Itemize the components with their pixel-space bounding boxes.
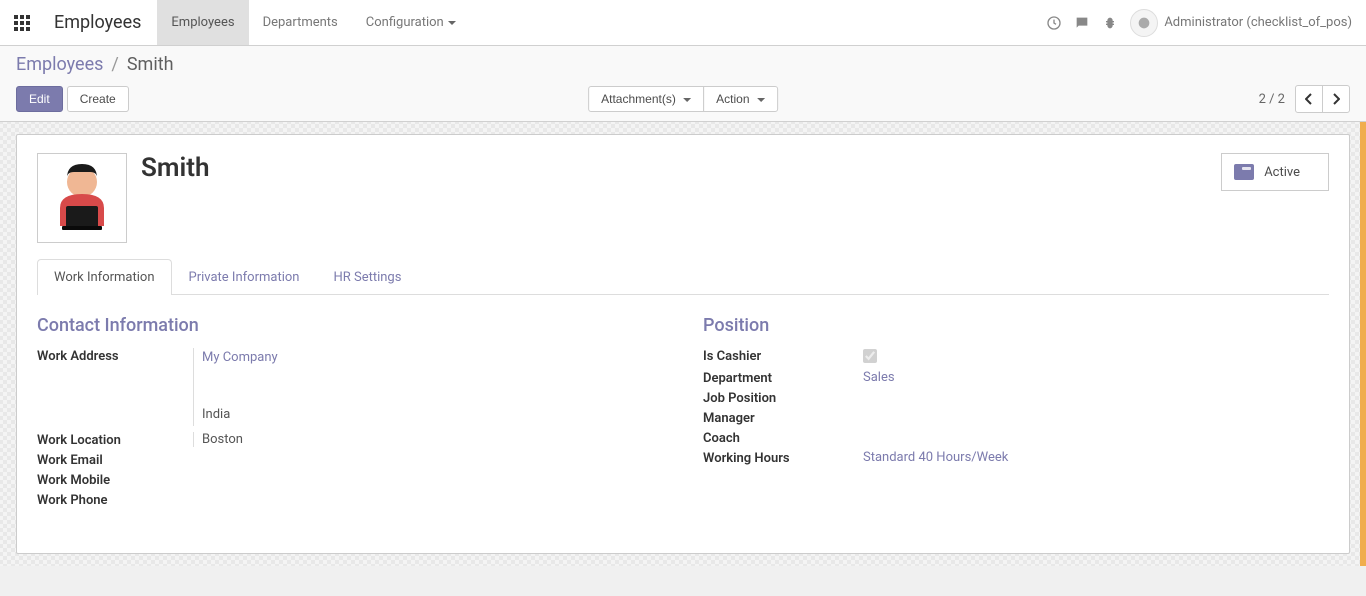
avatar-icon bbox=[1130, 9, 1158, 37]
label-manager: Manager bbox=[703, 410, 859, 426]
bug-icon[interactable] bbox=[1096, 9, 1124, 37]
menu-label: Configuration bbox=[366, 15, 444, 30]
navbar-right: Administrator (checklist_of_pos) bbox=[1040, 0, 1366, 45]
tab-content: Contact Information Work Address My Comp… bbox=[17, 295, 1349, 532]
control-panel: Employees / Smith Edit Create Attachment… bbox=[0, 46, 1366, 122]
label-coach: Coach bbox=[703, 430, 859, 446]
menu-configuration[interactable]: Configuration bbox=[352, 0, 470, 45]
chevron-down-icon bbox=[683, 98, 691, 102]
tab-label: Private Information bbox=[189, 270, 300, 285]
tab-work-information[interactable]: Work Information bbox=[37, 259, 172, 295]
app-title[interactable]: Employees bbox=[44, 0, 157, 45]
value-working-hours: Standard 40 Hours/Week bbox=[859, 450, 1329, 465]
person-laptop-icon bbox=[42, 158, 122, 238]
label-job-position: Job Position bbox=[703, 390, 859, 406]
edit-button[interactable]: Edit bbox=[16, 86, 63, 112]
form-area: Smith Active Work Information Private In… bbox=[0, 122, 1366, 566]
chevron-down-icon bbox=[448, 21, 456, 25]
employee-photo[interactable] bbox=[37, 153, 127, 243]
tabs: Work Information Private Information HR … bbox=[37, 259, 1329, 295]
work-address-country: India bbox=[202, 405, 663, 426]
cp-right: 2 / 2 bbox=[1259, 85, 1350, 113]
user-name: Administrator (checklist_of_pos) bbox=[1164, 15, 1352, 30]
sheet-header: Smith Active bbox=[17, 135, 1349, 243]
label-working-hours: Working Hours bbox=[703, 450, 859, 466]
label-work-mobile: Work Mobile bbox=[37, 472, 193, 488]
label-work-address: Work Address bbox=[37, 348, 193, 364]
action-dropdown[interactable]: Action bbox=[703, 86, 778, 112]
clock-icon[interactable] bbox=[1040, 9, 1068, 37]
label-work-email: Work Email bbox=[37, 452, 193, 468]
pager-count[interactable]: 2 / 2 bbox=[1259, 92, 1285, 107]
employee-name: Smith bbox=[141, 153, 209, 183]
tab-hr-settings[interactable]: HR Settings bbox=[316, 259, 418, 295]
breadcrumb-separator: / bbox=[111, 54, 118, 75]
section-contact-title: Contact Information bbox=[37, 315, 663, 336]
user-menu[interactable]: Administrator (checklist_of_pos) bbox=[1124, 9, 1358, 37]
apps-launcher-icon[interactable] bbox=[0, 0, 44, 45]
section-position-title: Position bbox=[703, 315, 1329, 336]
cp-left-buttons: Edit Create bbox=[16, 86, 129, 112]
label-department: Department bbox=[703, 370, 859, 386]
chevron-down-icon bbox=[757, 98, 765, 102]
contact-column: Contact Information Work Address My Comp… bbox=[37, 315, 663, 512]
chat-icon[interactable] bbox=[1068, 9, 1096, 37]
pager-next-button[interactable] bbox=[1322, 85, 1350, 113]
tab-label: HR Settings bbox=[333, 270, 401, 285]
breadcrumb-parent[interactable]: Employees bbox=[16, 54, 103, 75]
archive-icon bbox=[1234, 164, 1254, 180]
menu-departments[interactable]: Departments bbox=[249, 0, 352, 45]
menu-label: Departments bbox=[263, 15, 338, 30]
work-address-company-link[interactable]: My Company bbox=[202, 348, 663, 369]
label-is-cashier: Is Cashier bbox=[703, 348, 859, 364]
tab-private-information[interactable]: Private Information bbox=[172, 259, 317, 295]
create-button[interactable]: Create bbox=[67, 86, 129, 112]
breadcrumb-current: Smith bbox=[127, 54, 174, 75]
pager-prev-button[interactable] bbox=[1295, 85, 1323, 113]
value-department: Sales bbox=[859, 370, 1329, 385]
active-label: Active bbox=[1264, 165, 1300, 180]
attachments-dropdown[interactable]: Attachment(s) bbox=[588, 86, 704, 112]
is-cashier-checkbox bbox=[863, 349, 877, 363]
position-column: Position Is Cashier Department Sales Job… bbox=[703, 315, 1329, 512]
value-is-cashier bbox=[859, 348, 1329, 366]
department-link[interactable]: Sales bbox=[863, 370, 895, 385]
control-panel-bottom: Edit Create Attachment(s) Action 2 / 2 bbox=[16, 85, 1350, 113]
value-work-address: My Company India bbox=[193, 348, 663, 426]
action-label: Action bbox=[716, 92, 749, 106]
form-sheet: Smith Active Work Information Private In… bbox=[16, 134, 1350, 554]
label-work-location: Work Location bbox=[37, 432, 193, 448]
label-work-phone: Work Phone bbox=[37, 492, 193, 508]
breadcrumb: Employees / Smith bbox=[16, 54, 1350, 75]
attachments-label: Attachment(s) bbox=[601, 92, 676, 106]
cp-center-buttons: Attachment(s) Action bbox=[588, 86, 778, 112]
accent-bar bbox=[1360, 122, 1366, 566]
working-hours-link[interactable]: Standard 40 Hours/Week bbox=[863, 450, 1008, 465]
menu-label: Employees bbox=[171, 15, 234, 30]
value-work-location: Boston bbox=[193, 432, 663, 447]
tab-label: Work Information bbox=[54, 270, 155, 285]
active-stat-button[interactable]: Active bbox=[1221, 153, 1329, 191]
menu-employees[interactable]: Employees bbox=[157, 0, 248, 45]
navbar-menu: Employees Departments Configuration bbox=[157, 0, 469, 45]
top-navbar: Employees Employees Departments Configur… bbox=[0, 0, 1366, 46]
